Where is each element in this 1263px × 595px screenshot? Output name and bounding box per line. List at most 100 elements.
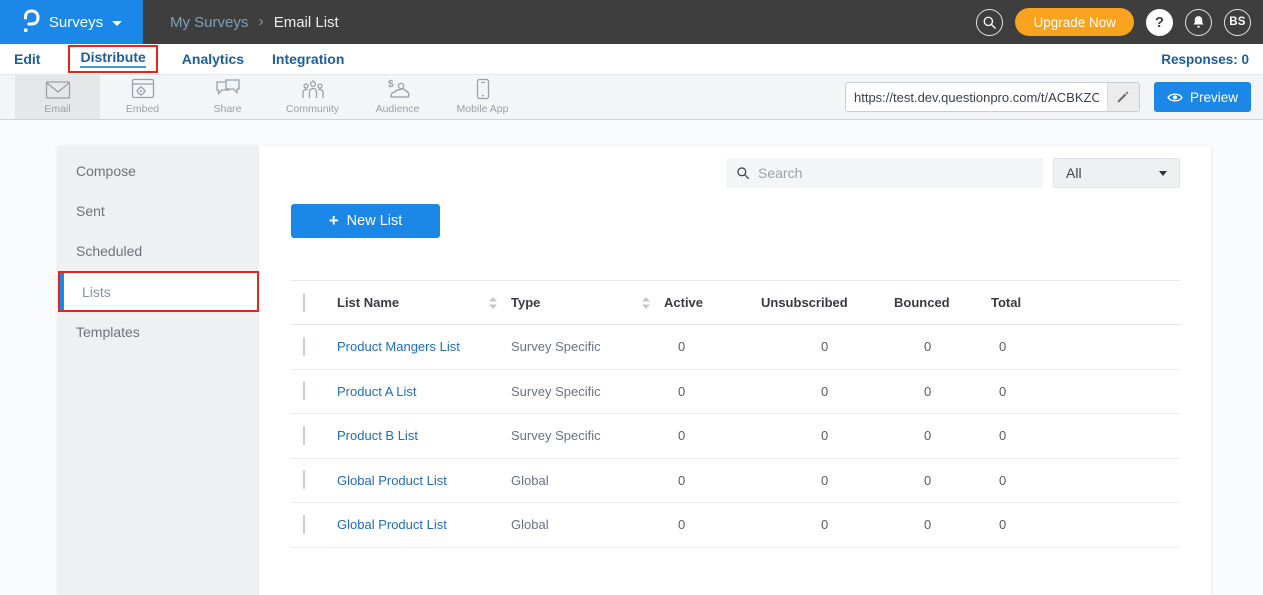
channel-audience[interactable]: $ Audience [355, 75, 440, 119]
audience-icon: $ [384, 76, 411, 100]
table-row: Product A List Survey Specific 0 0 0 0 [291, 370, 1180, 415]
preview-label: Preview [1190, 90, 1238, 105]
page-background: Compose Sent Scheduled Lists Templates [0, 120, 1263, 595]
plus-icon: + [329, 211, 339, 231]
channel-email[interactable]: Email [15, 75, 100, 119]
tab-analytics[interactable]: Analytics [182, 49, 244, 69]
table-header-row: List Name Type Active Unsubscribed Bounc… [291, 281, 1180, 325]
new-list-button[interactable]: + New List [291, 204, 440, 238]
product-label: Surveys [49, 14, 103, 31]
row-checkbox[interactable] [303, 337, 305, 356]
sidebar-item-sent[interactable]: Sent [58, 191, 259, 231]
list-name-link[interactable]: Global Product List [337, 517, 511, 532]
upgrade-now-button[interactable]: Upgrade Now [1015, 8, 1134, 36]
active-count: 0 [664, 428, 761, 443]
sidebar-item-label: Sent [76, 203, 105, 219]
row-checkbox[interactable] [303, 470, 305, 489]
list-type: Survey Specific [511, 384, 664, 399]
channel-share[interactable]: Share [185, 75, 270, 119]
tab-edit[interactable]: Edit [14, 49, 40, 69]
sidebar-item-compose[interactable]: Compose [58, 151, 259, 191]
sidebar-item-label: Templates [76, 324, 140, 340]
product-switcher[interactable]: Surveys [0, 0, 143, 44]
breadcrumb: My Surveys › Email List [170, 13, 339, 31]
search-icon [982, 15, 997, 30]
questionpro-logo-icon [21, 9, 40, 35]
column-header-unsubscribed: Unsubscribed [761, 295, 894, 310]
list-name-link[interactable]: Product B List [337, 428, 511, 443]
bounced-count: 0 [894, 339, 991, 354]
sidebar-item-scheduled[interactable]: Scheduled [58, 231, 259, 271]
help-icon: ? [1155, 14, 1164, 31]
unsubscribed-count: 0 [761, 384, 894, 399]
chevron-down-icon [1159, 171, 1167, 176]
list-type: Survey Specific [511, 339, 664, 354]
lists-table: List Name Type Active Unsubscribed Bounc… [291, 280, 1180, 548]
distribute-toolbar: Email Embed Share Community $ Audience [0, 75, 1263, 120]
channel-label: Mobile App [457, 103, 509, 115]
column-header-total: Total [991, 295, 1180, 310]
total-count: 0 [991, 473, 1180, 488]
survey-url-input[interactable] [846, 90, 1107, 105]
column-label: Active [664, 295, 703, 310]
tab-distribute[interactable]: Distribute [80, 47, 145, 68]
total-count: 0 [991, 339, 1180, 354]
survey-tabbar: Edit Distribute Analytics Integration Re… [0, 44, 1263, 75]
search-input[interactable] [758, 165, 1033, 181]
email-icon [45, 76, 71, 100]
responses-count[interactable]: Responses: 0 [1161, 52, 1249, 67]
select-all-checkbox[interactable] [303, 293, 305, 312]
help-button[interactable]: ? [1146, 9, 1173, 36]
bounced-count: 0 [894, 384, 991, 399]
list-type: Global [511, 473, 664, 488]
channel-label: Community [286, 103, 339, 115]
community-icon [300, 76, 326, 100]
channel-label: Share [213, 103, 241, 115]
unsubscribed-count: 0 [761, 517, 894, 532]
channel-community[interactable]: Community [270, 75, 355, 119]
sidebar-item-label: Lists [82, 284, 111, 300]
sort-icon[interactable] [642, 297, 650, 309]
user-avatar[interactable]: BS [1224, 9, 1251, 36]
active-count: 0 [664, 339, 761, 354]
share-icon [215, 76, 241, 100]
breadcrumb-current: Email List [274, 14, 339, 31]
sidebar-item-lists[interactable]: Lists [58, 271, 259, 312]
breadcrumb-separator: › [258, 13, 263, 31]
total-count: 0 [991, 384, 1180, 399]
bell-icon [1191, 14, 1206, 30]
channel-mobile-app[interactable]: Mobile App [440, 75, 525, 119]
sort-icon[interactable] [489, 297, 497, 309]
unsubscribed-count: 0 [761, 339, 894, 354]
column-header-type[interactable]: Type [511, 295, 664, 310]
table-row: Product Mangers List Survey Specific 0 0… [291, 325, 1180, 370]
list-name-link[interactable]: Global Product List [337, 473, 511, 488]
row-checkbox[interactable] [303, 426, 305, 445]
edit-url-button[interactable] [1107, 83, 1139, 111]
preview-button[interactable]: Preview [1154, 82, 1251, 112]
column-label: Unsubscribed [761, 295, 848, 310]
list-filter-dropdown[interactable]: All [1053, 158, 1180, 188]
tab-integration[interactable]: Integration [272, 49, 344, 69]
chevron-down-icon [112, 21, 122, 26]
list-name-link[interactable]: Product A List [337, 384, 511, 399]
lists-main-panel: All + New List List Name [259, 146, 1211, 595]
column-header-list-name[interactable]: List Name [337, 295, 511, 310]
unsubscribed-count: 0 [761, 473, 894, 488]
survey-url-group [845, 82, 1140, 112]
notifications-button[interactable] [1185, 9, 1212, 36]
channel-label: Audience [376, 103, 420, 115]
list-name-link[interactable]: Product Mangers List [337, 339, 511, 354]
active-count: 0 [664, 384, 761, 399]
active-count: 0 [664, 517, 761, 532]
row-checkbox[interactable] [303, 515, 305, 534]
search-icon [736, 166, 750, 180]
row-checkbox[interactable] [303, 381, 305, 400]
search-button[interactable] [976, 9, 1003, 36]
filters-row: All [291, 158, 1180, 188]
channel-embed[interactable]: Embed [100, 75, 185, 119]
breadcrumb-my-surveys[interactable]: My Surveys [170, 14, 248, 31]
list-type: Survey Specific [511, 428, 664, 443]
sidebar-item-templates[interactable]: Templates [58, 312, 259, 352]
email-sidebar: Compose Sent Scheduled Lists Templates [58, 146, 259, 595]
